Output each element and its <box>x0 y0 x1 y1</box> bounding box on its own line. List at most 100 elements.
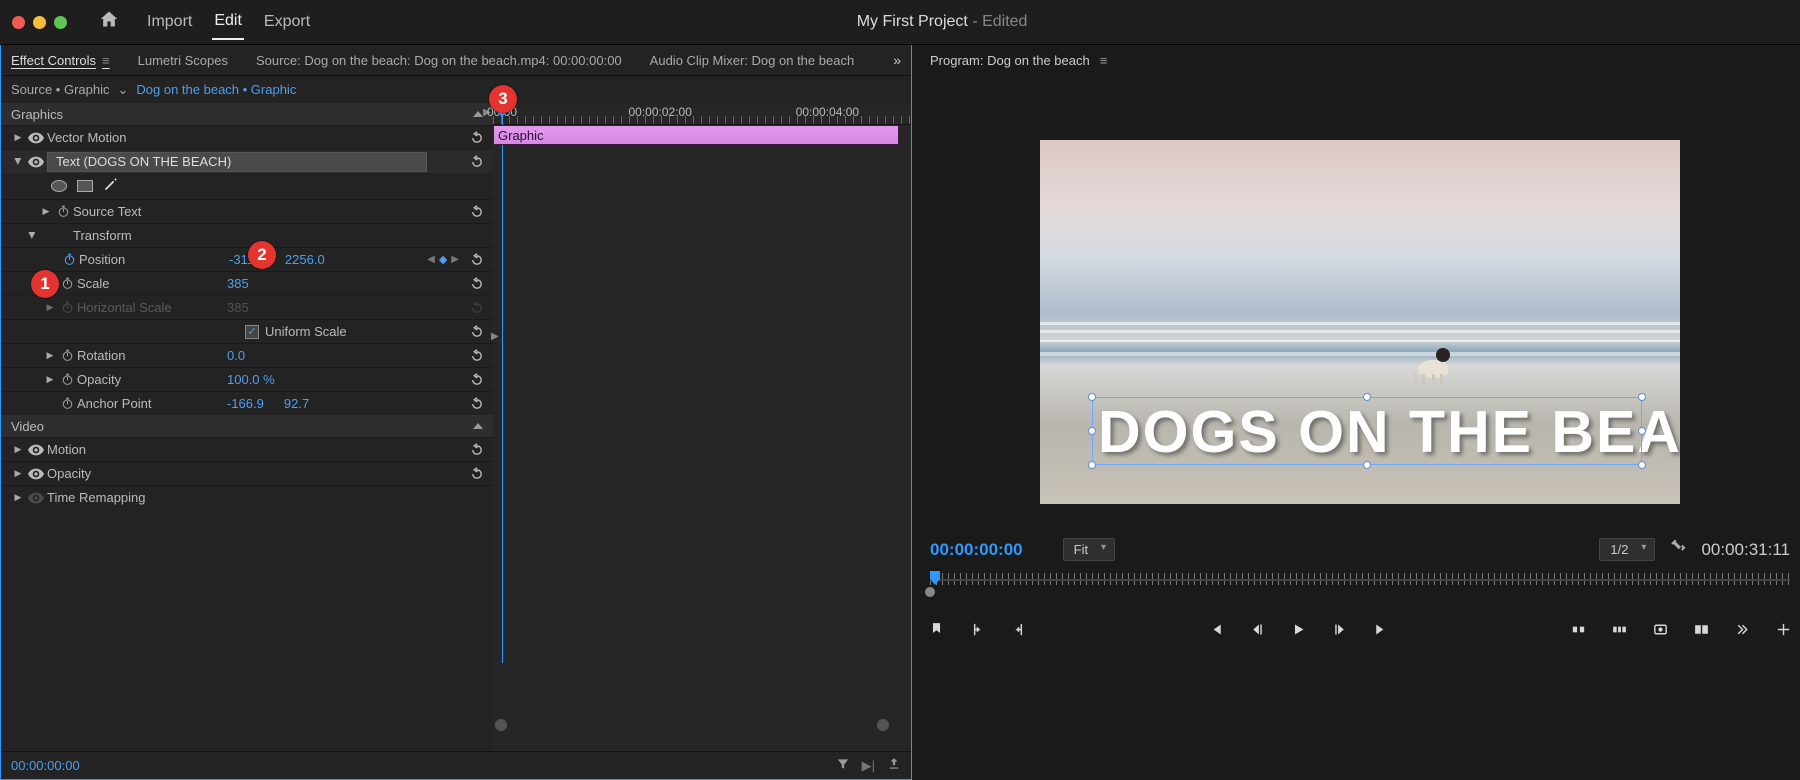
selection-box[interactable] <box>1092 397 1642 465</box>
twirl-icon[interactable]: ▶ <box>11 492 25 503</box>
home-icon[interactable] <box>99 9 119 35</box>
footer-timecode[interactable]: 00:00:00:00 <box>11 758 80 773</box>
position-y-value[interactable]: 2256.0 <box>285 252 325 267</box>
twirl-icon[interactable]: ▶ <box>11 132 25 143</box>
visibility-icon[interactable] <box>25 468 47 480</box>
section-video[interactable]: Video <box>1 415 493 437</box>
twirl-icon[interactable]: ▶ <box>11 468 25 479</box>
workspace-tab-export[interactable]: Export <box>262 5 312 39</box>
twirl-icon[interactable]: ▶ <box>27 229 38 243</box>
twirl-icon[interactable]: ▶ <box>13 155 24 169</box>
reset-icon[interactable] <box>467 467 487 481</box>
stopwatch-icon[interactable] <box>53 205 73 218</box>
zoom-dropdown[interactable]: Fit <box>1063 538 1115 561</box>
text-layer-name-input[interactable]: Text (DOGS ON THE BEACH) <box>47 152 427 172</box>
close-window-button[interactable] <box>12 16 25 29</box>
video-frame[interactable]: DOGS ON THE BEACH <box>1040 140 1680 504</box>
workspace-tab-import[interactable]: Import <box>145 5 194 39</box>
timeline-ruler[interactable]: 00:00 00:00:02:00 00:00:04:00 <box>493 103 911 125</box>
play-button[interactable] <box>1290 621 1307 638</box>
reset-icon[interactable] <box>467 373 487 387</box>
anchor-y-value[interactable]: 92.7 <box>284 396 309 411</box>
effect-timeline[interactable]: ▶ 00:00 00:00:02:00 00:00:04:00 Graphic … <box>493 103 911 751</box>
row-motion[interactable]: ▶ Motion <box>1 437 493 461</box>
reset-icon[interactable] <box>467 443 487 457</box>
add-marker-button[interactable] <box>928 621 945 638</box>
go-to-out-button[interactable] <box>1372 621 1389 638</box>
twirl-icon[interactable]: ▶ <box>39 206 53 217</box>
section-graphics[interactable]: Graphics <box>1 103 493 125</box>
current-timecode[interactable]: 00:00:00:00 <box>930 540 1023 560</box>
graphic-clip[interactable]: Graphic <box>493 125 899 145</box>
anchor-x-value[interactable]: -166.9 <box>227 396 264 411</box>
minimize-window-button[interactable] <box>33 16 46 29</box>
maximize-window-button[interactable] <box>54 16 67 29</box>
row-source-text[interactable]: ▶ Source Text <box>1 199 493 223</box>
row-time-remapping[interactable]: ▶ Time Remapping <box>1 485 493 509</box>
comparison-view-button[interactable] <box>1693 621 1710 638</box>
row-anchor-point[interactable]: Anchor Point -166.9 92.7 <box>1 391 493 415</box>
tab-source-monitor[interactable]: Source: Dog on the beach: Dog on the bea… <box>256 53 622 68</box>
panel-menu-icon[interactable]: ≡ <box>102 53 110 68</box>
row-transform[interactable]: ▶ Transform <box>1 223 493 247</box>
tab-program-monitor[interactable]: Program: Dog on the beach <box>930 53 1090 68</box>
tab-lumetri-scopes[interactable]: Lumetri Scopes <box>138 53 228 68</box>
row-opacity-graphic[interactable]: ▶ Opacity 100.0 % <box>1 367 493 391</box>
keyframe-nav[interactable]: ◀ ◆ ▶ <box>427 253 459 266</box>
stopwatch-icon[interactable] <box>57 373 77 386</box>
reset-icon[interactable] <box>467 349 487 363</box>
reset-icon[interactable] <box>467 397 487 411</box>
panel-menu-icon[interactable]: ≡ <box>1100 53 1108 68</box>
row-vector-motion[interactable]: ▶ Vector Motion <box>1 125 493 149</box>
scale-value[interactable]: 385 <box>227 276 249 291</box>
reset-icon[interactable] <box>467 131 487 145</box>
visibility-icon[interactable] <box>25 132 47 144</box>
lift-button[interactable] <box>1570 621 1587 638</box>
visibility-icon[interactable] <box>25 492 47 504</box>
program-scrubber[interactable] <box>930 573 1790 595</box>
tab-effect-controls[interactable]: Effect Controls ≡ <box>11 53 110 68</box>
row-rotation[interactable]: ▶ Rotation 0.0 <box>1 343 493 367</box>
export-frame-button[interactable] <box>1652 621 1669 638</box>
extract-button[interactable] <box>1611 621 1628 638</box>
overflow-tabs-icon[interactable]: » <box>893 52 901 68</box>
step-back-button[interactable] <box>1249 621 1266 638</box>
reset-icon[interactable] <box>467 205 487 219</box>
tab-audio-clip-mixer[interactable]: Audio Clip Mixer: Dog on the beach <box>650 53 855 68</box>
scroll-handle-left[interactable] <box>495 719 507 731</box>
scrubber-handle[interactable] <box>925 587 935 597</box>
ellipse-mask-button[interactable] <box>51 180 67 192</box>
twirl-icon[interactable]: ▶ <box>43 350 57 361</box>
reset-icon[interactable] <box>467 253 487 267</box>
pen-mask-button[interactable] <box>103 177 118 195</box>
button-editor-button[interactable] <box>1775 621 1792 638</box>
workspace-tab-edit[interactable]: Edit <box>212 4 244 40</box>
stopwatch-icon[interactable] <box>57 349 77 362</box>
row-position[interactable]: Position -311.1 2256.0 ◀ ◆ ▶ <box>1 247 493 271</box>
reset-icon[interactable] <box>467 325 487 339</box>
twirl-icon[interactable]: ▶ <box>11 444 25 455</box>
rect-mask-button[interactable] <box>77 180 93 192</box>
resolution-dropdown[interactable]: 1/2 <box>1599 538 1655 561</box>
go-to-in-button[interactable] <box>1208 621 1225 638</box>
mark-out-button[interactable] <box>1010 621 1027 638</box>
reset-icon[interactable] <box>467 155 487 169</box>
reset-icon[interactable] <box>467 277 487 291</box>
visibility-icon[interactable] <box>25 156 47 168</box>
chevron-down-icon[interactable]: ⌄ <box>117 82 128 98</box>
step-forward-button[interactable] <box>1331 621 1348 638</box>
share-icon[interactable] <box>887 757 901 774</box>
stopwatch-icon[interactable] <box>57 277 77 290</box>
scroll-handle-right[interactable] <box>877 719 889 731</box>
visibility-icon[interactable] <box>25 444 47 456</box>
filter-icon[interactable] <box>836 757 850 774</box>
uniform-scale-checkbox[interactable]: ✓ <box>245 325 259 339</box>
expand-icon[interactable]: ▶ <box>491 331 499 342</box>
settings-icon[interactable] <box>1669 538 1687 561</box>
row-uniform-scale[interactable]: ✓ Uniform Scale <box>1 319 493 343</box>
opacity-value[interactable]: 100.0 % <box>227 372 275 387</box>
sequence-link[interactable]: Dog on the beach • Graphic <box>136 82 296 97</box>
apply-icon[interactable]: ▶| <box>862 758 875 774</box>
row-scale[interactable]: ▶ Scale 385 <box>1 271 493 295</box>
rotation-value[interactable]: 0.0 <box>227 348 245 363</box>
